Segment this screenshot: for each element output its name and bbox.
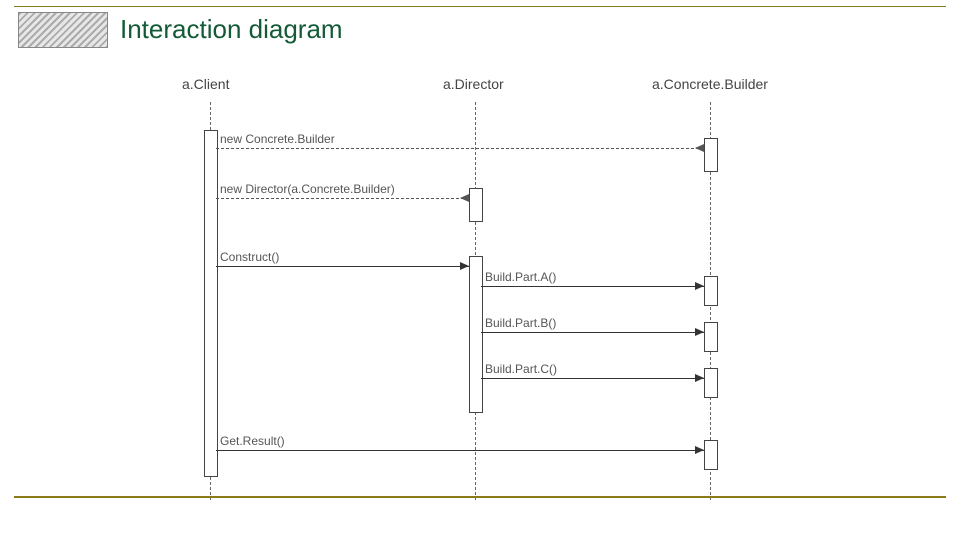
bottom-rule [14,496,946,498]
msg-arrow-new-builder-b [695,148,704,152]
msg-line-get-result [216,450,704,451]
msg-line-build-b [481,332,704,333]
msg-label-new-director: new Director(a.Concrete.Builder) [220,182,395,196]
msg-line-new-builder [216,148,704,149]
activation-client [204,130,218,477]
top-rule [14,6,946,7]
msg-line-build-a [481,286,704,287]
msg-label-construct: Construct() [220,250,279,264]
activation-director-construct [469,256,483,413]
activation-builder-create [704,138,718,172]
msg-label-get-result: Get.Result() [220,434,285,448]
msg-line-new-director [216,198,469,199]
msg-label-new-builder: new Concrete.Builder [220,132,335,146]
lifeline-label-builder: a.Concrete.Builder [652,76,768,92]
lifeline-label-director: a.Director [443,76,504,92]
msg-arrow-build-a [695,282,704,290]
msg-label-build-b: Build.Part.B() [485,316,556,330]
logo-image [18,12,108,48]
sequence-diagram: a.Client a.Director a.Concrete.Builder new … [150,70,840,500]
msg-arrow-construct [460,262,469,270]
activation-builder-a [704,276,718,306]
activation-builder-c [704,368,718,398]
lifeline-label-client: a.Client [182,76,229,92]
activation-builder-b [704,322,718,352]
msg-arrow-build-b [695,328,704,336]
activation-builder-result [704,440,718,470]
msg-arrow-build-c [695,374,704,382]
activation-director-create [469,188,483,222]
msg-line-construct [216,266,469,267]
msg-arrow-new-director-b [460,198,469,202]
msg-label-build-c: Build.Part.C() [485,362,557,376]
msg-label-build-a: Build.Part.A() [485,270,556,284]
msg-arrow-get-result [695,446,704,454]
msg-line-build-c [481,378,704,379]
page-title: Interaction diagram [120,14,343,45]
